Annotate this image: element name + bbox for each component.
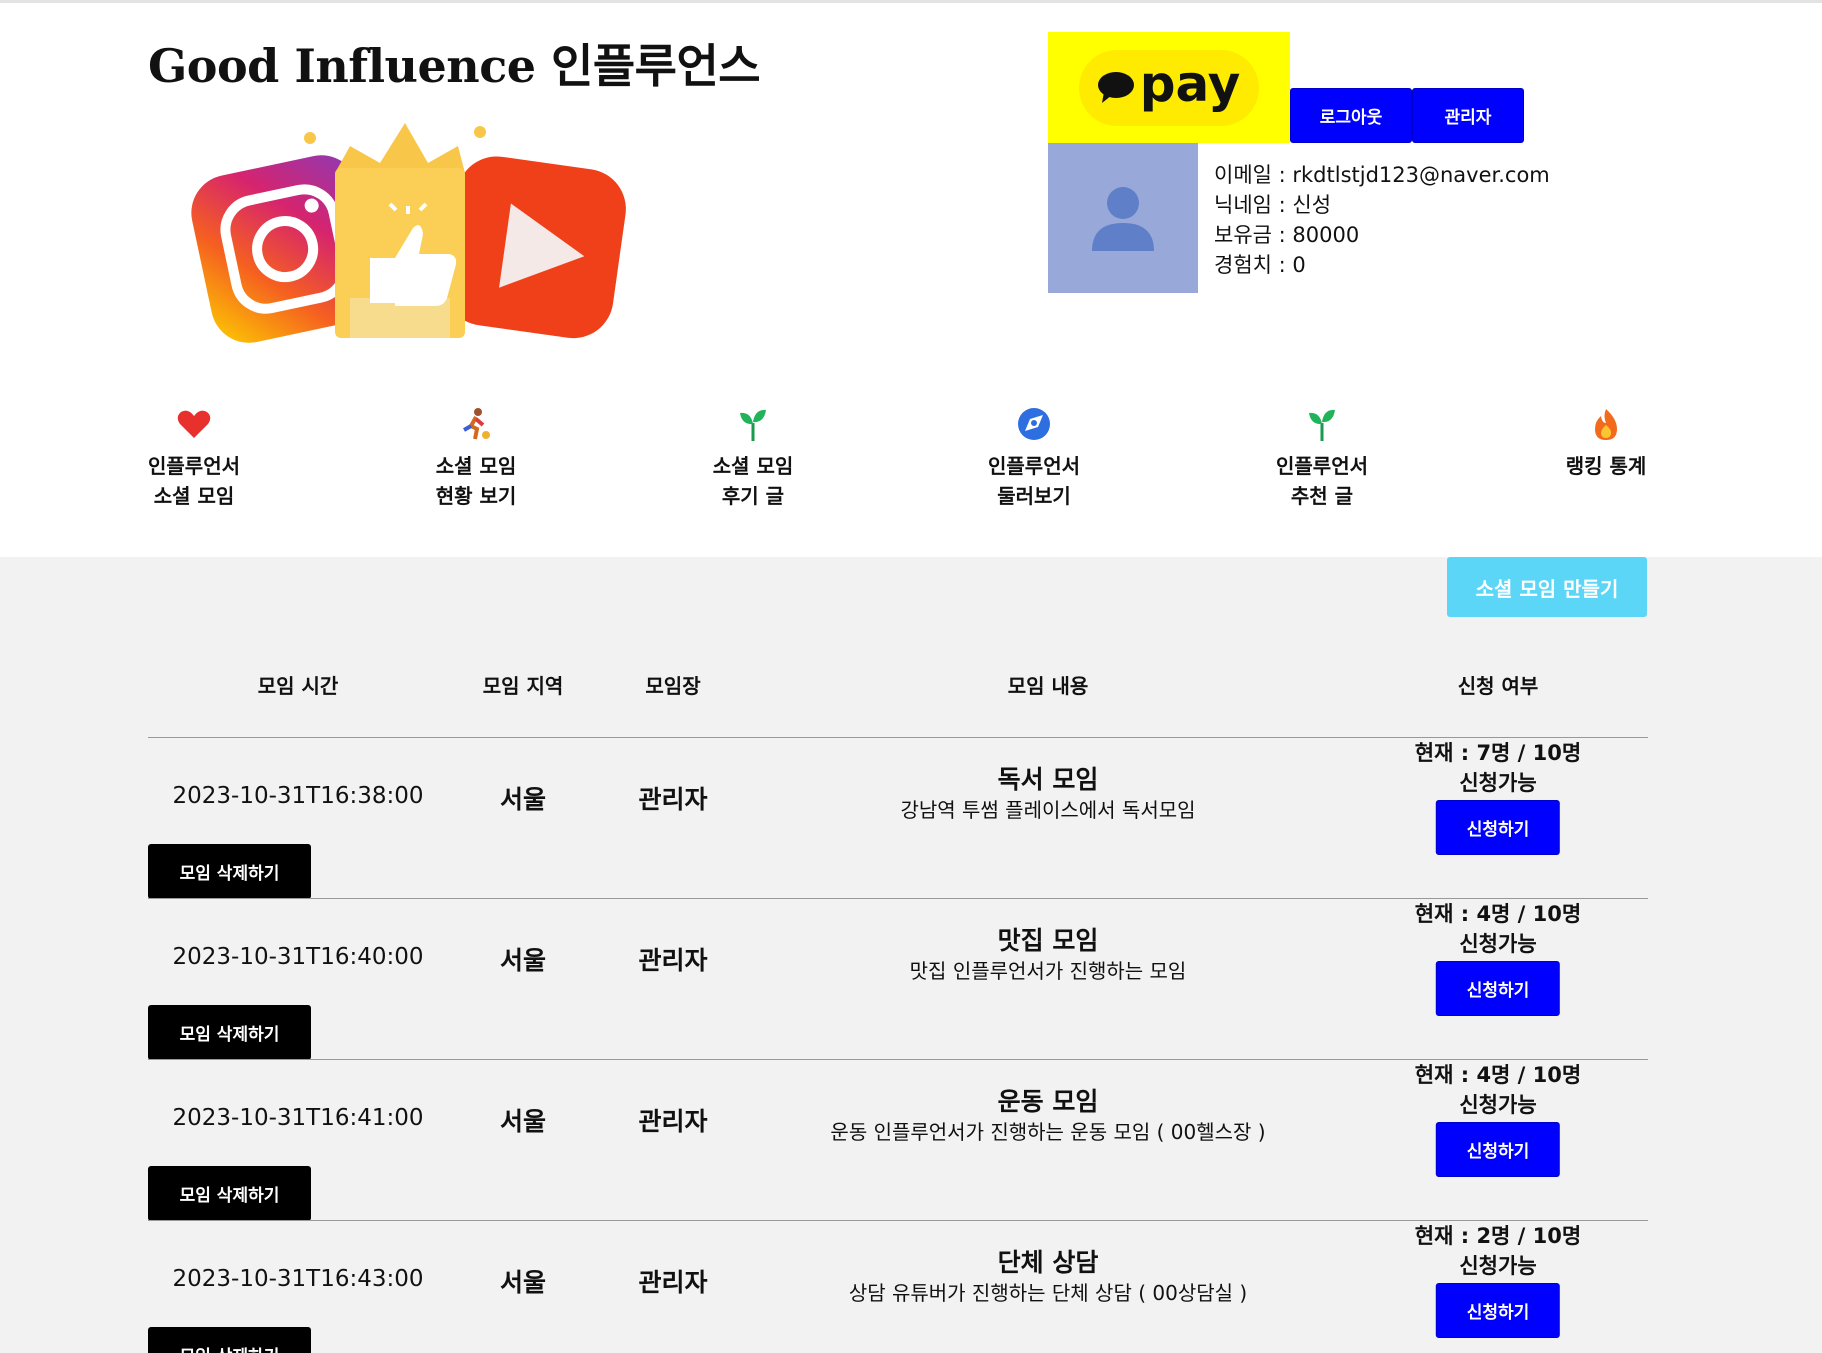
compass-icon bbox=[954, 405, 1114, 443]
availability-text: 신청가능 bbox=[1459, 932, 1537, 956]
column-header-status: 신청 여부 bbox=[1457, 674, 1539, 698]
participant-count: 현재 : 4명 / 10명 bbox=[1414, 902, 1582, 926]
meeting-host: 관리자 bbox=[638, 946, 708, 975]
meeting-description: 맛집 인플루언서가 진행하는 모임 bbox=[909, 959, 1187, 983]
availability-text: 신청가능 bbox=[1459, 771, 1537, 795]
table-row: 2023-10-31T16:43:00 서울 관리자 단체 상담 상담 유튜버가… bbox=[0, 1221, 1822, 1353]
meeting-status: 현재 : 4명 / 10명 신청가능 신청하기 bbox=[1415, 1060, 1581, 1177]
table-row: 2023-10-31T16:38:00 서울 관리자 독서 모임 강남역 투썸 … bbox=[0, 738, 1822, 899]
meeting-title: 맛집 모임 bbox=[997, 926, 1099, 955]
table-row: 2023-10-31T16:40:00 서울 관리자 맛집 모임 맛집 인플루언… bbox=[0, 899, 1822, 1060]
meeting-title: 독서 모임 bbox=[997, 765, 1099, 794]
availability-text: 신청가능 bbox=[1459, 1093, 1537, 1117]
profile-balance: 보유금 : 80000 bbox=[1214, 223, 1360, 247]
nav-social-status[interactable]: 소셜 모임 현황 보기 bbox=[396, 405, 556, 511]
nav-label-line1: 인플루언서 bbox=[1276, 454, 1368, 478]
column-header-time: 모임 시간 bbox=[257, 674, 339, 698]
admin-button[interactable]: 관리자 bbox=[1412, 88, 1524, 143]
logo-illustration bbox=[191, 123, 626, 343]
table-row: 2023-10-31T16:41:00 서울 관리자 운동 모임 운동 인플루언… bbox=[0, 1060, 1822, 1221]
meeting-content: 독서 모임 강남역 투썸 플레이스에서 독서모임 bbox=[900, 764, 1195, 824]
apply-button[interactable]: 신청하기 bbox=[1436, 1283, 1560, 1338]
pay-pill: pay bbox=[1079, 49, 1259, 126]
site-title: Good Influence 인플루언스 bbox=[148, 39, 761, 93]
participant-count: 현재 : 7명 / 10명 bbox=[1414, 741, 1582, 765]
meeting-content: 운동 모임 운동 인플루언서가 진행하는 운동 모임 ( 00헬스장 ) bbox=[830, 1086, 1265, 1146]
main-nav: 인플루언서 소셜 모임 소셜 모임 현황 보기 소셜 모임 후기 글 인플루언서… bbox=[0, 405, 1822, 525]
meeting-time: 2023-10-31T16:38:00 bbox=[172, 783, 424, 809]
logout-button[interactable]: 로그아웃 bbox=[1290, 88, 1412, 143]
meeting-status: 현재 : 2명 / 10명 신청가능 신청하기 bbox=[1415, 1221, 1581, 1338]
meeting-title: 운동 모임 bbox=[997, 1087, 1099, 1116]
sprout-icon bbox=[673, 405, 833, 443]
nav-label-line2: 추천 글 bbox=[1290, 484, 1354, 508]
apply-button[interactable]: 신청하기 bbox=[1436, 800, 1560, 855]
meeting-host: 관리자 bbox=[638, 785, 708, 814]
sprout-icon bbox=[1242, 405, 1402, 443]
nav-influencer-social[interactable]: 인플루언서 소셜 모임 bbox=[114, 405, 274, 511]
column-header-content: 모임 내용 bbox=[1007, 674, 1089, 698]
nav-influencer-browse[interactable]: 인플루언서 둘러보기 bbox=[954, 405, 1114, 511]
nav-label-line1: 소셜 모임 bbox=[435, 454, 517, 478]
meeting-time: 2023-10-31T16:41:00 bbox=[172, 1105, 424, 1131]
meeting-title: 단체 상담 bbox=[997, 1248, 1099, 1277]
pay-label: pay bbox=[1139, 54, 1241, 113]
nav-label-line1: 인플루언서 bbox=[988, 454, 1080, 478]
participant-count: 현재 : 2명 / 10명 bbox=[1414, 1224, 1582, 1248]
profile-experience: 경험치 : 0 bbox=[1214, 253, 1306, 277]
apply-button[interactable]: 신청하기 bbox=[1436, 1122, 1560, 1177]
meeting-status: 현재 : 4명 / 10명 신청가능 신청하기 bbox=[1415, 899, 1581, 1016]
meeting-description: 운동 인플루언서가 진행하는 운동 모임 ( 00헬스장 ) bbox=[830, 1120, 1266, 1144]
nav-label-line2: 소셜 모임 bbox=[153, 484, 235, 508]
meeting-description: 상담 유튜버가 진행하는 단체 상담 ( 00상담실 ) bbox=[848, 1281, 1248, 1305]
top-border bbox=[0, 0, 1822, 3]
column-header-region: 모임 지역 bbox=[482, 674, 564, 698]
nav-label-line2: 현황 보기 bbox=[435, 484, 517, 508]
nav-influencer-recommend[interactable]: 인플루언서 추천 글 bbox=[1242, 405, 1402, 511]
meeting-time: 2023-10-31T16:43:00 bbox=[172, 1266, 424, 1292]
meeting-region: 서울 bbox=[499, 785, 547, 814]
user-icon bbox=[1092, 187, 1154, 251]
kakao-pay-button[interactable]: pay bbox=[1048, 32, 1290, 143]
column-header-host: 모임장 bbox=[645, 674, 701, 698]
meeting-region: 서울 bbox=[499, 946, 547, 975]
nav-label-line1: 랭킹 통계 bbox=[1565, 454, 1647, 478]
runner-icon bbox=[396, 405, 556, 443]
meeting-region: 서울 bbox=[499, 1268, 547, 1297]
apply-button[interactable]: 신청하기 bbox=[1436, 961, 1560, 1016]
chat-bubble-icon bbox=[1097, 71, 1134, 103]
profile-info: 이메일 : rkdtlstjd123@naver.com 닉네임 : 신성 보유… bbox=[1214, 160, 1550, 280]
profile-nickname: 닉네임 : 신성 bbox=[1214, 193, 1332, 217]
nav-label-line1: 소셜 모임 bbox=[712, 454, 794, 478]
meeting-status: 현재 : 7명 / 10명 신청가능 신청하기 bbox=[1415, 738, 1581, 855]
nav-social-reviews[interactable]: 소셜 모임 후기 글 bbox=[673, 405, 833, 511]
nav-ranking[interactable]: 랭킹 통계 bbox=[1526, 405, 1686, 481]
delete-meeting-button[interactable]: 모임 삭제하기 bbox=[148, 1005, 311, 1060]
nav-label-line2: 후기 글 bbox=[721, 484, 785, 508]
profile-email: 이메일 : rkdtlstjd123@naver.com bbox=[1214, 163, 1550, 187]
avatar bbox=[1048, 143, 1198, 293]
fire-icon bbox=[1526, 405, 1686, 443]
availability-text: 신청가능 bbox=[1459, 1254, 1537, 1278]
meeting-description: 강남역 투썸 플레이스에서 독서모임 bbox=[900, 798, 1196, 822]
meeting-host: 관리자 bbox=[638, 1107, 708, 1136]
meeting-region: 서울 bbox=[499, 1107, 547, 1136]
participant-count: 현재 : 4명 / 10명 bbox=[1414, 1063, 1582, 1087]
heart-icon bbox=[114, 405, 274, 443]
nav-label-line2: 둘러보기 bbox=[997, 484, 1071, 508]
meeting-content: 맛집 모임 맛집 인플루언서가 진행하는 모임 bbox=[910, 925, 1187, 985]
meeting-host: 관리자 bbox=[638, 1268, 708, 1297]
delete-meeting-button[interactable]: 모임 삭제하기 bbox=[148, 1327, 311, 1353]
create-social-button[interactable]: 소셜 모임 만들기 bbox=[1447, 557, 1647, 617]
meeting-content: 단체 상담 상담 유튜버가 진행하는 단체 상담 ( 00상담실 ) bbox=[849, 1247, 1247, 1307]
meeting-time: 2023-10-31T16:40:00 bbox=[172, 944, 424, 970]
delete-meeting-button[interactable]: 모임 삭제하기 bbox=[148, 844, 311, 899]
nav-label-line1: 인플루언서 bbox=[148, 454, 240, 478]
delete-meeting-button[interactable]: 모임 삭제하기 bbox=[148, 1166, 311, 1221]
